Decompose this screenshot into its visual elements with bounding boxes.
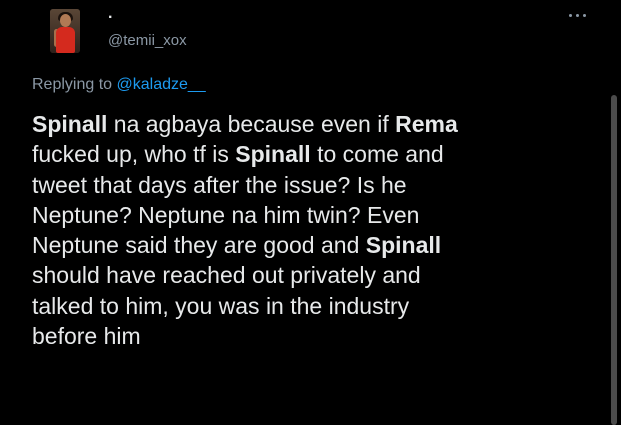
tweet-text-segment: talked to him, you was in the industry xyxy=(32,292,410,319)
more-horizontal-icon xyxy=(582,13,586,17)
tweet-text-line: fucked up, who tf is Spinall to come and xyxy=(32,139,602,169)
tweet-text-segment: to come and xyxy=(310,141,444,168)
replying-label: Replying to xyxy=(32,76,113,93)
replying-to: Replying to @kaladze__ xyxy=(32,75,206,95)
tweet-text-segment: na agbaya because even if xyxy=(107,111,396,137)
more-horizontal-icon xyxy=(575,13,579,17)
scrollbar[interactable] xyxy=(611,95,617,425)
tweet-text-line: talked to him, you was in the industry xyxy=(32,291,602,321)
tweet-text-segment: should have reached out privately and xyxy=(32,262,421,289)
tweet-card: . @temii_xox Replying to @kaladze__ Spin… xyxy=(0,0,621,425)
tweet-text-line: Spinall na agbaya because even if Rema xyxy=(32,109,602,139)
display-name[interactable]: . xyxy=(108,6,112,22)
tweet-text-bold-segment: Spinall xyxy=(365,232,442,259)
tweet-text-segment: tweet that days after the issue? Is he xyxy=(32,171,407,198)
tweet-text-line: tweet that days after the issue? Is he xyxy=(32,170,602,200)
avatar[interactable] xyxy=(50,9,80,53)
avatar-head xyxy=(60,14,71,27)
tweet-text-bold-segment: Spinall xyxy=(32,111,108,137)
username[interactable]: @temii_xox xyxy=(108,32,187,50)
tweet-text: Spinall na agbaya because even if Rema fu… xyxy=(32,109,602,351)
tweet-text-segment: Neptune said they are good and xyxy=(32,232,366,259)
tweet-text-line: Neptune? Neptune na him twin? Even xyxy=(32,200,602,230)
tweet-text-line: Neptune said they are good and Spinall xyxy=(32,230,602,260)
tweet-text-line: before him xyxy=(32,321,602,351)
tweet-text-bold-segment: Spinall xyxy=(235,141,311,168)
avatar-body xyxy=(56,27,75,53)
tweet-text-bold-segment: Rema xyxy=(395,111,458,137)
more-button[interactable] xyxy=(560,6,594,24)
tweet-text-segment: Neptune? Neptune na him twin? Even xyxy=(32,201,420,228)
tweet-text-segment: fucked up, who tf is xyxy=(32,141,236,168)
tweet-text-line: should have reached out privately and xyxy=(32,260,602,290)
tweet-text-segment: before him xyxy=(32,323,141,350)
replying-to-mention-link[interactable]: @kaladze__ xyxy=(117,76,206,93)
more-horizontal-icon xyxy=(568,13,572,17)
